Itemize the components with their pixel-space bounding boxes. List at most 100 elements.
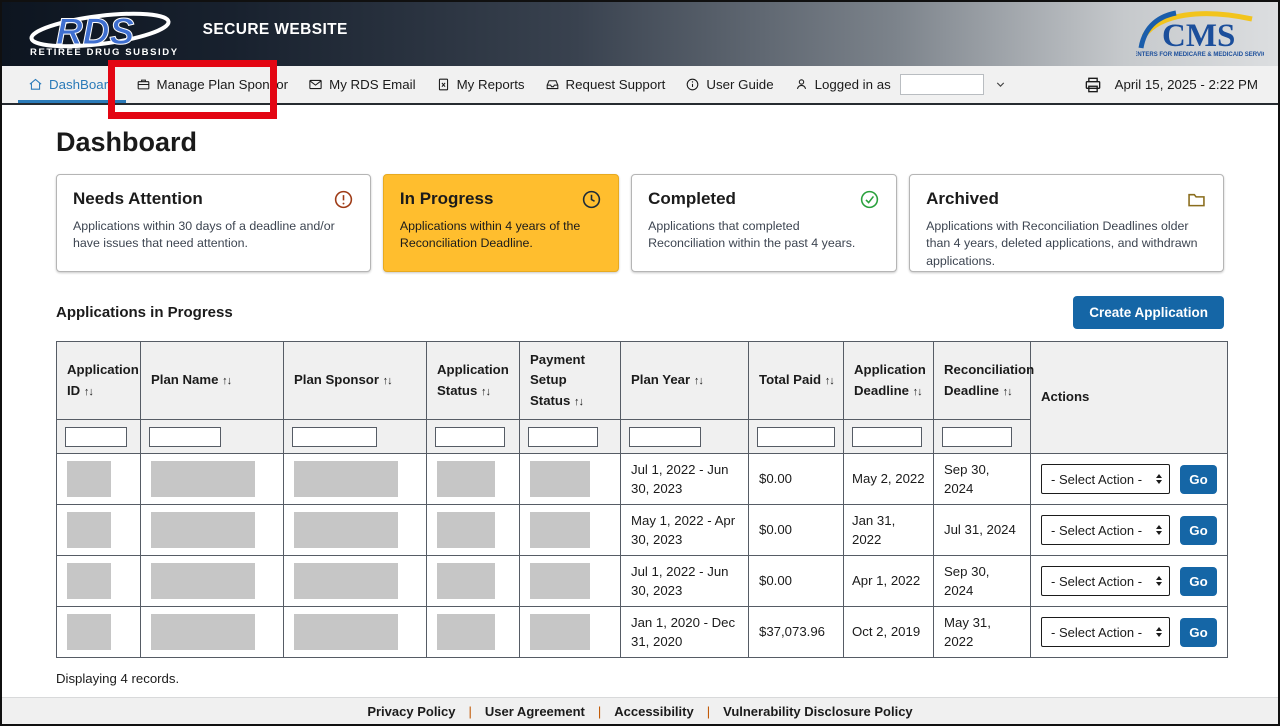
sort-icon: ↑↓: [481, 386, 490, 398]
card-archived[interactable]: Archived Applications with Reconciliatio…: [909, 174, 1224, 272]
filter-application-deadline[interactable]: [852, 427, 922, 447]
nav-item-user-guide[interactable]: User Guide: [675, 66, 783, 103]
cms-logo: CMS CENTERS FOR MEDICARE & MEDICAID SERV…: [1136, 6, 1264, 62]
table-row: Jan 1, 2020 - Dec 31, 2020 $37,073.96 Oc…: [57, 607, 1228, 658]
filter-plan-name[interactable]: [149, 427, 221, 447]
action-select[interactable]: - Select Action -: [1041, 566, 1170, 596]
card-title: Archived: [926, 189, 999, 209]
logged-in-as: Logged in as: [784, 66, 1021, 103]
redacted-plan-name: [151, 614, 255, 650]
card-needs-attention[interactable]: Needs Attention Applications within 30 d…: [56, 174, 371, 272]
col-header-application-deadline[interactable]: Application Deadline ↑↓: [844, 342, 934, 420]
go-button[interactable]: Go: [1180, 618, 1217, 647]
application-deadline-cell: Jan 31, 2022: [844, 505, 934, 556]
col-header-application-id[interactable]: Application ID ↑↓: [57, 342, 141, 420]
card-description: Applications that completed Reconciliati…: [648, 218, 880, 253]
main-nav: DashBoard Manage Plan Sponsor My RDS Ema…: [2, 66, 1278, 105]
footer-link-accessibility[interactable]: Accessibility: [614, 704, 694, 719]
redacted-plan-sponsor: [294, 563, 398, 599]
sort-icon: ↑↓: [913, 386, 922, 398]
nav-item-dashboard[interactable]: DashBoard: [18, 66, 126, 103]
card-in-progress[interactable]: In Progress Applications within 4 years …: [383, 174, 619, 272]
filter-application-id[interactable]: [65, 427, 127, 447]
redacted-plan-sponsor: [294, 461, 398, 497]
logged-in-user-field[interactable]: [900, 74, 984, 95]
action-select[interactable]: - Select Action -: [1041, 515, 1170, 545]
site-title: SECURE WEBSITE: [203, 21, 348, 39]
filter-reconciliation-deadline[interactable]: [942, 427, 1012, 447]
footer-link-user-agreement[interactable]: User Agreement: [485, 704, 585, 719]
rds-secure-website-window: RDS RETIREE DRUG SUBSIDY SECURE WEBSITE …: [0, 0, 1280, 726]
nav-utility: April 15, 2025 - 2:22 PM: [1083, 66, 1278, 103]
sort-icon: ↑↓: [825, 375, 834, 387]
nav-item-request-support[interactable]: Request Support: [535, 66, 676, 103]
application-deadline-cell: Apr 1, 2022: [844, 556, 934, 607]
col-header-payment-setup-status[interactable]: Payment Setup Status ↑↓: [520, 342, 621, 420]
footer-link-vulnerability-disclosure-policy[interactable]: Vulnerability Disclosure Policy: [723, 704, 913, 719]
applications-table: Application ID ↑↓ Plan Name ↑↓ Plan Spon…: [56, 341, 1228, 658]
sort-icon: ↑↓: [383, 375, 392, 387]
chevron-down-icon: [994, 78, 1007, 91]
nav-item-manage-plan-sponsor[interactable]: Manage Plan Sponsor: [126, 66, 299, 103]
reconciliation-deadline-cell: Sep 30, 2024: [934, 454, 1031, 505]
filter-plan-sponsor[interactable]: [292, 427, 377, 447]
sort-icon: ↑↓: [222, 375, 231, 387]
col-header-application-status[interactable]: Application Status ↑↓: [427, 342, 520, 420]
home-icon: [28, 77, 43, 92]
application-deadline-cell: May 2, 2022: [844, 454, 934, 505]
col-header-plan-year[interactable]: Plan Year ↑↓: [621, 342, 749, 420]
col-header-total-paid[interactable]: Total Paid ↑↓: [749, 342, 844, 420]
col-header-reconciliation-deadline[interactable]: Reconciliation Deadline ↑↓: [934, 342, 1031, 420]
nav-item-my-rds-email[interactable]: My RDS Email: [298, 66, 425, 103]
redacted-application-id: [67, 461, 111, 497]
footer-separator: |: [598, 704, 601, 719]
briefcase-icon: [136, 77, 151, 92]
redacted-application-status: [437, 461, 495, 497]
col-header-plan-sponsor[interactable]: Plan Sponsor ↑↓: [284, 342, 427, 420]
main-content: Dashboard Needs Attention Applications w…: [2, 127, 1278, 722]
nav-item-label: DashBoard: [49, 77, 116, 92]
action-select[interactable]: - Select Action -: [1041, 464, 1170, 494]
go-button[interactable]: Go: [1180, 465, 1217, 494]
go-button[interactable]: Go: [1180, 516, 1217, 545]
create-application-button[interactable]: Create Application: [1073, 296, 1224, 329]
card-description: Applications within 4 years of the Recon…: [400, 218, 602, 253]
folder-icon: [1186, 189, 1207, 210]
file-report-icon: [436, 77, 451, 92]
application-deadline-cell: Oct 2, 2019: [844, 607, 934, 658]
info-icon: [685, 77, 700, 92]
filter-plan-year[interactable]: [629, 427, 701, 447]
total-paid-cell: $37,073.96: [749, 607, 844, 658]
filter-application-status[interactable]: [435, 427, 505, 447]
redacted-application-status: [437, 614, 495, 650]
redacted-payment-setup-status: [530, 512, 590, 548]
filter-payment-setup-status[interactable]: [528, 427, 598, 447]
redacted-plan-name: [151, 512, 255, 548]
go-button[interactable]: Go: [1180, 567, 1217, 596]
filter-total-paid[interactable]: [757, 427, 835, 447]
redacted-payment-setup-status: [530, 461, 590, 497]
sort-icon: ↑↓: [694, 375, 703, 387]
reconciliation-deadline-cell: May 31, 2022: [934, 607, 1031, 658]
table-row: May 1, 2022 - Apr 30, 2023 $0.00 Jan 31,…: [57, 505, 1228, 556]
action-select[interactable]: - Select Action -: [1041, 617, 1170, 647]
status-cards: Needs Attention Applications within 30 d…: [56, 174, 1224, 272]
card-completed[interactable]: Completed Applications that completed Re…: [631, 174, 897, 272]
redacted-plan-name: [151, 461, 255, 497]
reconciliation-deadline-cell: Sep 30, 2024: [934, 556, 1031, 607]
plan-year-cell: Jul 1, 2022 - Jun 30, 2023: [621, 556, 749, 607]
envelope-icon: [308, 77, 323, 92]
redacted-application-id: [67, 563, 111, 599]
nav-item-my-reports[interactable]: My Reports: [426, 66, 535, 103]
site-header: RDS RETIREE DRUG SUBSIDY SECURE WEBSITE …: [2, 2, 1278, 66]
sort-icon: ↑↓: [84, 386, 93, 398]
rds-logo-text: RDS: [56, 11, 134, 52]
printer-icon[interactable]: [1083, 75, 1103, 95]
inbox-icon: [545, 77, 560, 92]
col-header-plan-name[interactable]: Plan Name ↑↓: [141, 342, 284, 420]
user-menu-toggle[interactable]: [990, 78, 1011, 91]
nav-item-label: My Reports: [457, 77, 525, 92]
redacted-plan-name: [151, 563, 255, 599]
footer-link-privacy-policy[interactable]: Privacy Policy: [367, 704, 455, 719]
table-row: Jul 1, 2022 - Jun 30, 2023 $0.00 May 2, …: [57, 454, 1228, 505]
